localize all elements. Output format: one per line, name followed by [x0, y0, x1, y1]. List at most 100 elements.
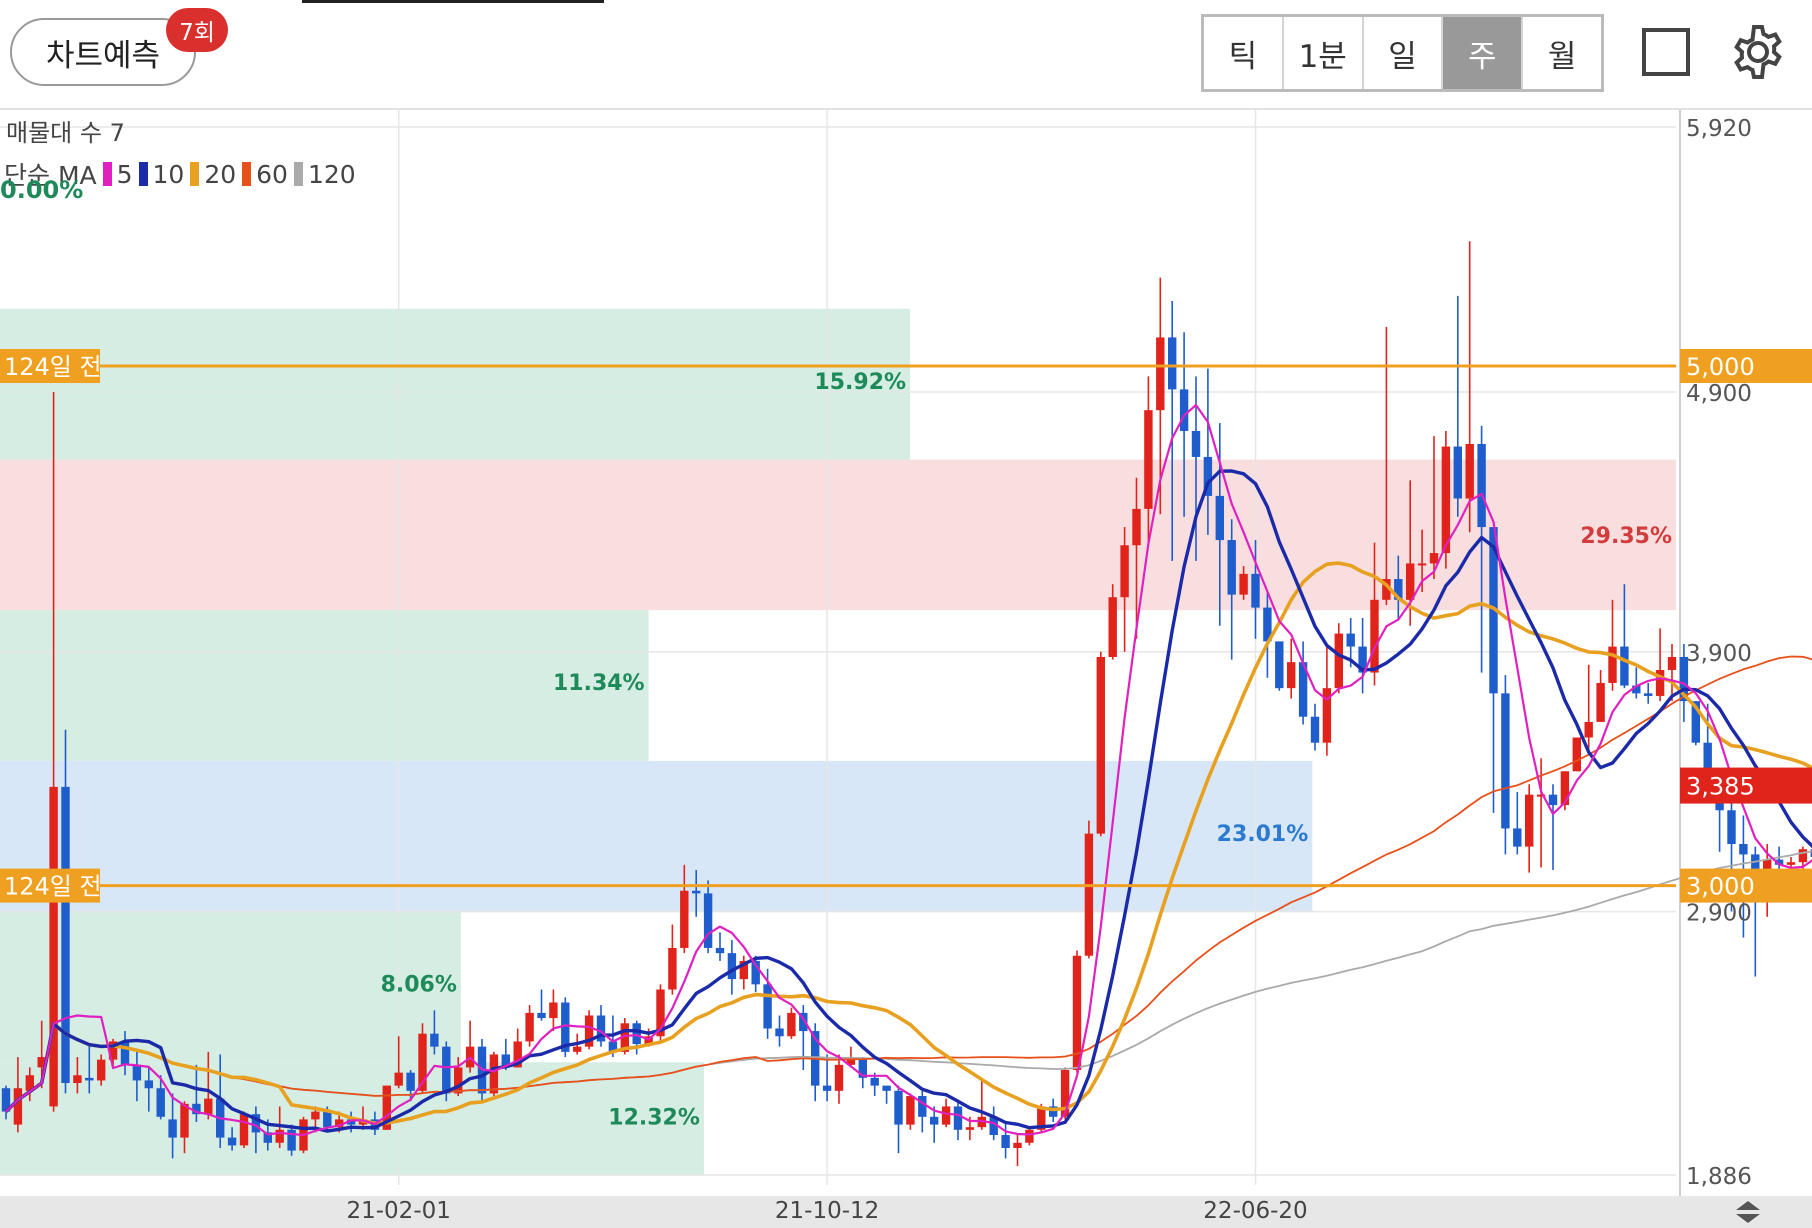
candle-up [1120, 545, 1129, 598]
fullscreen-icon[interactable] [1642, 28, 1690, 76]
candle-down [715, 947, 725, 954]
candle-down [1168, 337, 1177, 390]
candle-up [834, 1064, 844, 1091]
candle-down [870, 1077, 879, 1086]
ma-legend-item-5[interactable]: 5 [102, 159, 133, 189]
candle-down [822, 1085, 832, 1091]
price-axis-label: 3,900 [1686, 641, 1752, 667]
ma-period-label: 20 [204, 159, 237, 189]
candle-down [537, 1012, 546, 1019]
candle-up [97, 1059, 106, 1081]
candle-up [1786, 862, 1796, 865]
tab-tick[interactable]: 틱 [1204, 17, 1284, 89]
scroll-handle-icon[interactable] [1728, 1199, 1768, 1225]
candle-down [1501, 693, 1510, 829]
tab-monthly[interactable]: 월 [1523, 17, 1601, 89]
candle-up [1096, 656, 1105, 834]
candlestick-chart-canvas[interactable]: 15.92% 29.35% 11.34% 23.01% 8.06% 12.32% 124일 … [0, 110, 1812, 1196]
candle-up [1334, 633, 1343, 689]
volume-profile-info: 매물대 수 7 [6, 119, 125, 147]
ma-color-swatch [293, 162, 303, 186]
candle-up [489, 1054, 499, 1094]
ma-color-swatch [102, 162, 112, 186]
candle-up [573, 1046, 582, 1052]
candle-down [1453, 446, 1462, 499]
candle-down [1001, 1134, 1010, 1148]
ma-legend-item-20[interactable]: 20 [190, 160, 236, 189]
candle-down [1251, 573, 1260, 608]
price-axis-label: 5,920 [1686, 116, 1752, 142]
candle-down [132, 1064, 142, 1081]
volume-profile-bar [0, 459, 1676, 611]
candle-up [965, 1127, 975, 1130]
period-selector: 틱 1분 일 주 월 [1201, 14, 1604, 92]
volume-profile-percent: 23.01% [1217, 822, 1309, 847]
ma-legend-item-60[interactable]: 60 [242, 160, 288, 189]
ma-period-label: 5 [116, 159, 133, 189]
ma-period-label: 120 [307, 159, 356, 189]
current-price-label: 3,385 [1686, 773, 1755, 801]
chart-predict-label: 차트예측 [45, 37, 161, 74]
candle-up [1441, 446, 1451, 554]
ma-color-swatch [242, 162, 252, 186]
candle-down [1275, 641, 1284, 689]
candle-down [61, 786, 70, 1084]
volume-profile-percent: 29.35% [1580, 524, 1672, 549]
volume-profile-percent-top: 0.00% [0, 176, 84, 204]
date-axis-label: 22-06-20 [1203, 1198, 1308, 1224]
ma-legend-item-10[interactable]: 10 [138, 159, 185, 189]
volume-profile-bar [0, 610, 649, 761]
candle-up [906, 1096, 915, 1125]
candle-up [1572, 737, 1581, 772]
price-chart[interactable]: 15.92% 29.35% 11.34% 23.01% 8.06% 12.32% 124일 … [0, 110, 1812, 1196]
candle-up [394, 1072, 403, 1086]
ma-legend-item-120[interactable]: 120 [293, 159, 356, 189]
candle-down [442, 1046, 451, 1094]
candle-down [953, 1106, 963, 1130]
candle-up [1025, 1129, 1034, 1143]
candle-down [1310, 716, 1320, 743]
tab-daily[interactable]: 일 [1364, 17, 1444, 89]
date-axis-label: 21-02-01 [346, 1198, 451, 1224]
candle-down [1727, 810, 1736, 845]
candle-down [763, 984, 772, 1029]
candle-down [1227, 540, 1236, 595]
candle-down [85, 1077, 94, 1081]
candle-down [727, 953, 737, 980]
candle-up [1584, 721, 1593, 738]
ma-color-swatch [190, 162, 200, 186]
candle-up [204, 1098, 213, 1115]
candle-up [1370, 599, 1379, 673]
gear-icon[interactable] [1728, 22, 1788, 82]
candle-down [227, 1137, 237, 1146]
candle-up [1156, 337, 1165, 411]
ma-period-label: 10 [152, 159, 185, 189]
candle-up [13, 1088, 23, 1125]
candle-up [73, 1075, 82, 1084]
volume-profile-bar [0, 760, 1313, 912]
candle-down [156, 1088, 165, 1117]
candle-up [1417, 563, 1427, 566]
candle-down [1739, 844, 1748, 855]
volume-profile-bar [0, 308, 911, 460]
tab-weekly[interactable]: 주 [1443, 17, 1524, 89]
candle-down [632, 1023, 641, 1045]
price-level-right-label: 5,000 [1686, 353, 1755, 381]
candle-up [1429, 553, 1439, 564]
candle-up [180, 1103, 189, 1138]
candle-down [894, 1090, 903, 1125]
candle-up [1798, 849, 1808, 863]
candle-up [1287, 662, 1296, 689]
tab-1min[interactable]: 1분 [1284, 17, 1364, 89]
candle-up [1108, 597, 1117, 657]
candle-up [1239, 573, 1248, 595]
candle-up [1132, 508, 1141, 546]
price-level-left-label: 124일 전 [4, 353, 102, 381]
candle-up [49, 786, 58, 1107]
ma-period-label: 60 [256, 159, 288, 189]
price-axis-label: 2,900 [1686, 901, 1752, 927]
price-axis-label: 4,900 [1686, 381, 1752, 407]
candle-up [525, 1012, 534, 1042]
candle-up [941, 1106, 951, 1125]
candle-up [311, 1111, 320, 1120]
